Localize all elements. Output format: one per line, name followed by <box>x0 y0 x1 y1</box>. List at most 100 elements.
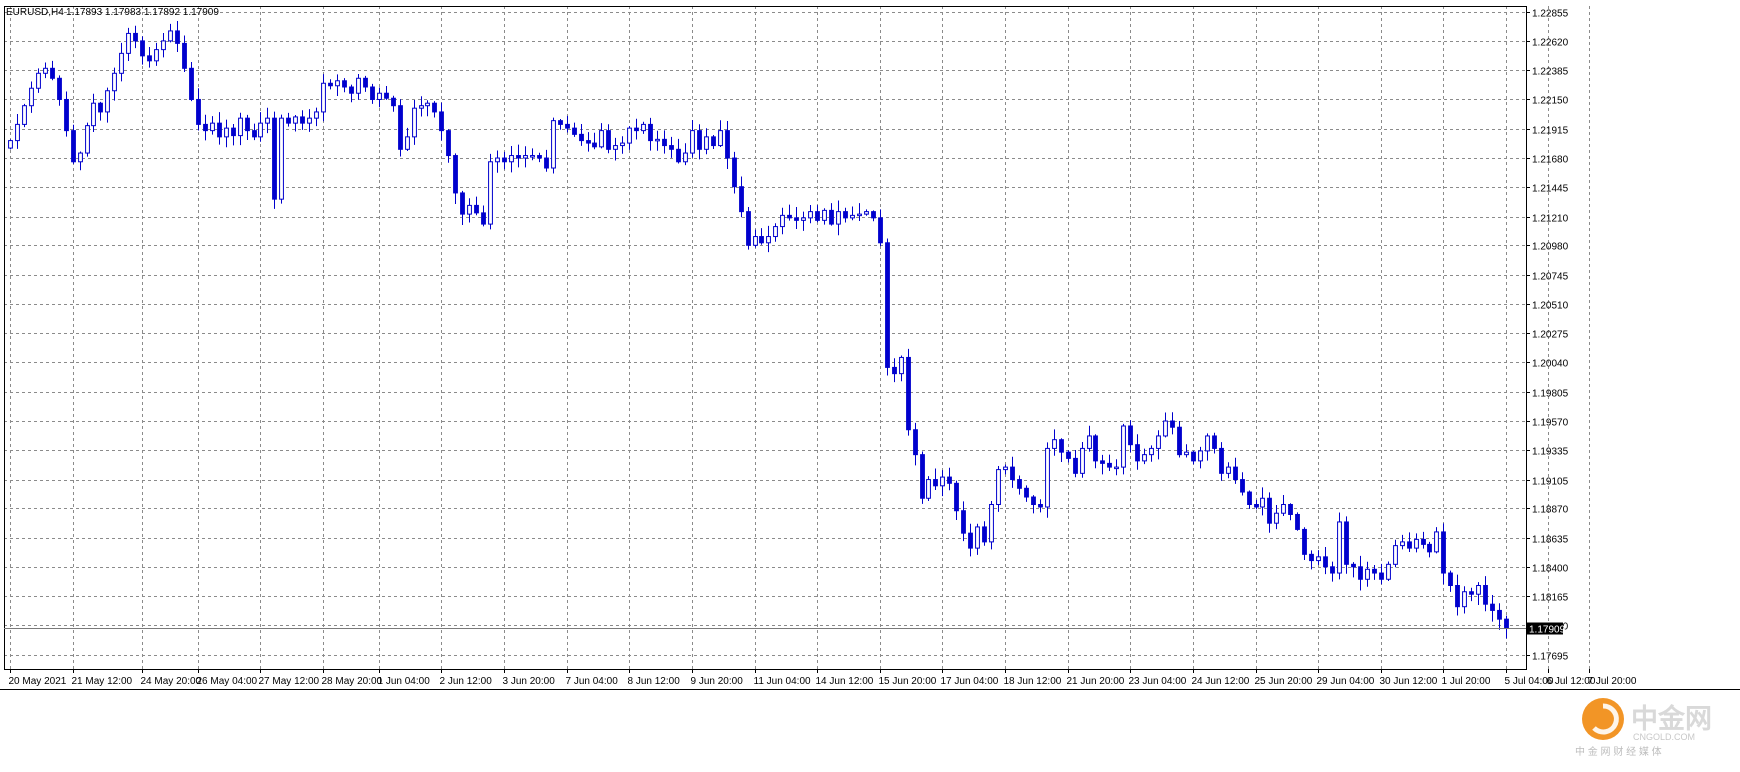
x-tick-label: 8 Jun 12:00 <box>628 676 681 687</box>
candle-bear <box>1421 538 1426 545</box>
x-tick-label: 30 Jun 12:00 <box>1380 676 1438 687</box>
candle-bull <box>467 204 472 215</box>
candle-bear <box>1254 503 1259 508</box>
x-tick-label: 9 Jun 20:00 <box>691 676 744 687</box>
candle-bear <box>98 102 103 113</box>
candle-bull <box>1003 466 1008 471</box>
y-tick-label: 1.17695 <box>1532 652 1569 663</box>
candle-bear <box>1017 479 1022 489</box>
candle-bull <box>822 209 827 221</box>
x-tick-label: 7 Jul 20:00 <box>1588 676 1637 687</box>
candle-bull <box>836 211 841 225</box>
candle-bull <box>808 211 813 219</box>
candle-bear <box>920 454 925 499</box>
candle-bear <box>245 117 250 132</box>
candle-bear <box>1344 521 1349 565</box>
x-tick-label: 29 Jun 04:00 <box>1317 676 1375 687</box>
candle-bull <box>1462 591 1467 608</box>
y-tick-label: 1.20275 <box>1532 330 1569 341</box>
candle-bear <box>586 140 591 144</box>
candle-bear <box>565 123 570 129</box>
candle-bear <box>481 212 486 225</box>
candle-bear <box>982 526 987 543</box>
watermark-graphic: 中金网 CNGOLD.COM 中 金 网 财 经 媒 体 <box>1575 698 1712 758</box>
x-tick-label: 15 Jun 20:00 <box>879 676 937 687</box>
candlestick-chart[interactable]: 1.22855 1.22620 1.22385 1.22150 1.21915 1.216… <box>0 0 1740 767</box>
candle-bear <box>300 116 305 124</box>
candle-bull <box>412 107 417 138</box>
candle-bull <box>690 130 695 154</box>
candle-bull <box>495 157 500 163</box>
candle-bear <box>286 117 291 124</box>
y-tick-label: 1.21210 <box>1532 214 1569 225</box>
candle-bear <box>913 429 918 456</box>
candle-bear <box>558 120 563 125</box>
candle-bull <box>1142 454 1147 462</box>
candle-bear <box>1483 585 1488 605</box>
candle-bull <box>620 142 625 147</box>
candle-bear <box>196 98 201 125</box>
candle-bull <box>1316 556 1321 562</box>
candle-bear <box>370 86 375 100</box>
candle-bear <box>1455 585 1460 608</box>
candle-bull <box>425 102 430 107</box>
candle-bear <box>147 55 152 62</box>
candle-bear <box>732 157 737 188</box>
candle-bear <box>606 130 611 150</box>
candle-bear <box>516 155 521 159</box>
x-tick-label: 11 Jun 04:00 <box>754 676 812 687</box>
candle-bull <box>627 127 632 144</box>
candle-bull <box>36 72 41 89</box>
candle-bull <box>989 503 994 543</box>
chart-window[interactable]: 1.22855 1.22620 1.22385 1.22150 1.21915 1.216… <box>0 0 1740 767</box>
candle-bear <box>829 209 834 225</box>
candle-bear <box>1177 426 1182 456</box>
candle-bull <box>112 72 117 92</box>
candle-bull <box>655 138 660 142</box>
candle-bear <box>189 67 194 100</box>
candle-bear <box>217 122 222 138</box>
candle-bull <box>857 213 862 217</box>
candle-bear <box>1309 553 1314 562</box>
candle-bear <box>885 242 890 368</box>
candle-bear <box>1128 425 1133 446</box>
candle-bear <box>1351 563 1356 568</box>
candle-bull <box>530 155 535 158</box>
candle-bull <box>1149 447 1154 456</box>
x-tick-label: 27 May 12:00 <box>259 676 320 687</box>
candle-bull <box>15 123 20 142</box>
candle-bear <box>739 186 744 213</box>
candle-bear <box>968 532 973 549</box>
candle-bear <box>537 155 542 159</box>
candle-bear <box>133 32 138 42</box>
chart-ohlc-label: 1.17893 1.17983 1.17892 1.17909 <box>66 7 219 18</box>
candle-bull <box>377 92 382 100</box>
candle-bull <box>773 226 778 238</box>
candle-bull <box>1087 435 1092 449</box>
candle-bear <box>1107 462 1112 468</box>
candle-bear <box>1038 503 1043 508</box>
candle-bear <box>1469 591 1474 595</box>
candle-bull <box>85 125 90 154</box>
candle-bear <box>697 130 702 150</box>
candle-bear <box>71 130 76 163</box>
y-tick-label: 1.22620 <box>1532 38 1569 49</box>
candle-bull <box>22 105 27 125</box>
x-tick-label: 21 Jun 20:00 <box>1067 676 1125 687</box>
candle-bull <box>1434 531 1439 553</box>
x-tick-label: 24 Jun 12:00 <box>1192 676 1250 687</box>
candle-bull <box>1114 466 1119 470</box>
candle-bear <box>1407 541 1412 549</box>
candle-bear <box>182 42 187 69</box>
candle-bear <box>502 157 507 163</box>
candle-bear <box>1010 466 1015 481</box>
candle-bear <box>1066 451 1071 459</box>
candle-bear <box>662 138 667 147</box>
candle-bull <box>91 102 96 127</box>
y-tick-label: 1.22150 <box>1532 96 1569 107</box>
candle-bear <box>349 86 354 94</box>
candle-bear <box>648 123 653 142</box>
candle-bear <box>676 148 681 163</box>
watermark-domain: CNGOLD.COM <box>1633 732 1695 742</box>
candle-bear <box>746 211 751 246</box>
